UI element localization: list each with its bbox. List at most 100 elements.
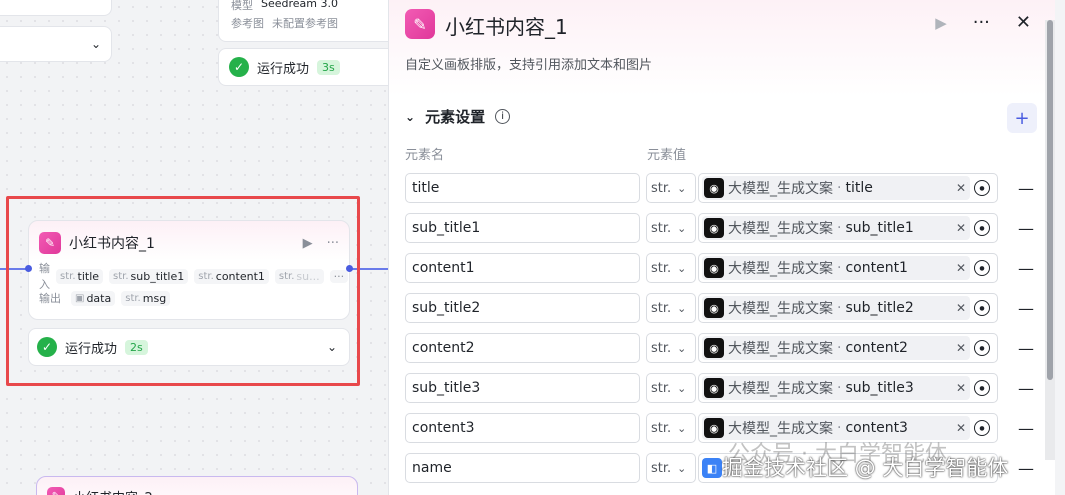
element-name-input[interactable]: name [405,453,640,483]
workflow-canvas[interactable]: ⌄ 模型 Seedream 3.0 参考图 未配置参考图 ✓ 运行成功 3s ✎… [0,0,390,495]
type-label: str. [651,180,672,196]
remove-element-button[interactable]: — [1018,459,1034,478]
close-icon[interactable]: ✕ [956,421,966,435]
type-select[interactable]: str. ⌄ [646,453,696,483]
element-name-input[interactable]: content1 [405,253,640,283]
target-icon[interactable]: ● [974,340,990,356]
chevron-down-icon: ⌄ [677,181,687,195]
type-select[interactable]: str. ⌄ [646,413,696,443]
info-icon[interactable]: i [495,109,511,124]
type-label: str. [651,340,672,356]
reference-chip: ◉ 大模型_生成文案 · sub_title2 ✕ [702,296,970,320]
add-element-button[interactable]: + [1007,103,1037,133]
llm-bot-icon: ◉ [704,378,724,398]
element-value-field[interactable]: ◉ 大模型_生成文案 · sub_title2 ✕ ● [698,293,998,323]
remove-element-button[interactable]: — [1018,299,1034,318]
type-label: str. [651,260,672,276]
type-select[interactable]: str. ⌄ [646,373,696,403]
element-name-input[interactable]: sub_title1 [405,213,640,243]
type-select[interactable]: str. ⌄ [646,293,696,323]
element-value-field[interactable]: ◉ 大模型_生成文案 · content1 ✕ ● [698,253,998,283]
section-title: 元素设置 [425,108,486,126]
column-header-value: 元素值 [647,148,687,163]
close-icon[interactable]: ✕ [956,221,966,235]
llm-bot-icon: ◉ [704,298,724,318]
type-label: str. [651,220,672,236]
remove-element-button[interactable]: — [1018,419,1034,438]
target-icon[interactable]: ● [974,180,990,196]
element-name-input[interactable]: content2 [405,333,640,363]
reference-field: sub_title2 [845,300,914,316]
model-row: 模型 Seedream 3.0 [231,0,385,13]
separator: · [837,220,842,236]
image-generation-node[interactable]: 模型 Seedream 3.0 参考图 未配置参考图 [218,0,390,42]
remove-element-button[interactable]: — [1018,339,1034,358]
reference-chip: ◉ 大模型_生成文案 · sub_title1 ✕ [702,216,970,240]
target-icon[interactable]: ● [974,380,990,396]
run-status-top[interactable]: ✓ 运行成功 3s [218,48,390,86]
element-name-input[interactable]: content3 [405,413,640,443]
type-label: str. [651,420,672,436]
close-icon[interactable]: ✕ [956,261,966,275]
element-row: sub_title3 str. ⌄ ◉ 大模型_生成文案 · sub_title… [405,373,1045,403]
separator: · [837,300,842,316]
type-select[interactable]: str. ⌄ [646,213,696,243]
reference-chip: ◉ 大模型_生成文案 · sub_title3 ✕ [702,376,970,400]
element-row: sub_title1 str. ⌄ ◉ 大模型_生成文案 · sub_title… [405,213,1045,243]
reference-field: sub_title3 [845,380,914,396]
close-icon[interactable]: ✕ [956,341,966,355]
check-circle-icon: ✓ [229,57,249,77]
scrollbar[interactable] [1045,20,1055,460]
model-value: Seedream 3.0 [261,0,338,10]
chevron-down-icon: ⌄ [677,301,687,315]
close-icon[interactable]: ✕ [956,181,966,195]
chevron-down-icon: ⌄ [677,221,687,235]
type-select[interactable]: str. ⌄ [646,333,696,363]
chevron-down-icon: ⌄ [677,261,687,275]
chevron-down-icon: ⌄ [677,381,687,395]
type-select[interactable]: str. ⌄ [646,173,696,203]
reference-field: content2 [845,340,908,356]
section-header[interactable]: ⌄ 元素设置 i [405,106,511,127]
element-value-field[interactable]: ◉ 大模型_生成文案 · sub_title1 ✕ ● [698,213,998,243]
reference-field: title [845,180,873,196]
remove-element-button[interactable]: — [1018,219,1034,238]
reference-row: 参考图 未配置参考图 [231,15,385,31]
type-label: str. [651,300,672,316]
close-icon[interactable]: ✕ [956,301,966,315]
element-name-input[interactable]: sub_title2 [405,293,640,323]
xiaohongshu-node-2[interactable]: ✎ 小红书内容_2 [36,476,358,495]
target-icon[interactable]: ● [974,220,990,236]
reference-chip: ◉ 大模型_生成文案 · content2 ✕ [702,336,970,360]
element-row: content1 str. ⌄ ◉ 大模型_生成文案 · content1 ✕ … [405,253,1045,283]
more-icon[interactable]: ··· [973,12,990,33]
element-row: sub_title2 str. ⌄ ◉ 大模型_生成文案 · sub_title… [405,293,1045,323]
scrollbar-thumb[interactable] [1047,20,1053,380]
element-value-field[interactable]: ◉ 大模型_生成文案 · title ✕ ● [698,173,998,203]
remove-element-button[interactable]: — [1018,379,1034,398]
target-icon[interactable]: ● [974,260,990,276]
previous-node-fragment[interactable] [0,0,112,16]
chevron-down-icon[interactable]: ⌄ [91,37,101,51]
play-icon[interactable]: ▶ [935,14,947,32]
element-value-field[interactable]: ◉ 大模型_生成文案 · sub_title3 ✕ ● [698,373,998,403]
target-icon[interactable]: ● [974,300,990,316]
chevron-down-icon[interactable]: ⌄ [405,110,415,124]
remove-element-button[interactable]: — [1018,259,1034,278]
element-name-input[interactable]: title [405,173,640,203]
close-icon[interactable]: ✕ [1016,12,1031,33]
reference-chip: ◉ 大模型_生成文案 · title ✕ [702,176,970,200]
element-name-input[interactable]: sub_title3 [405,373,640,403]
target-icon[interactable]: ● [974,420,990,436]
llm-bot-icon: ◉ [704,218,724,238]
previous-node-dropdown[interactable]: ⌄ [0,26,112,62]
remove-element-button[interactable]: — [1018,179,1034,198]
element-value-field[interactable]: ◉ 大模型_生成文案 · content2 ✕ ● [698,333,998,363]
llm-bot-icon: ◉ [704,178,724,198]
type-select[interactable]: str. ⌄ [646,253,696,283]
node-title: 小红书内容_2 [73,487,153,495]
reference-source: 大模型_生成文案 [728,301,833,317]
status-text: 运行成功 [257,61,310,77]
reference-field: content1 [845,260,908,276]
close-icon[interactable]: ✕ [956,381,966,395]
